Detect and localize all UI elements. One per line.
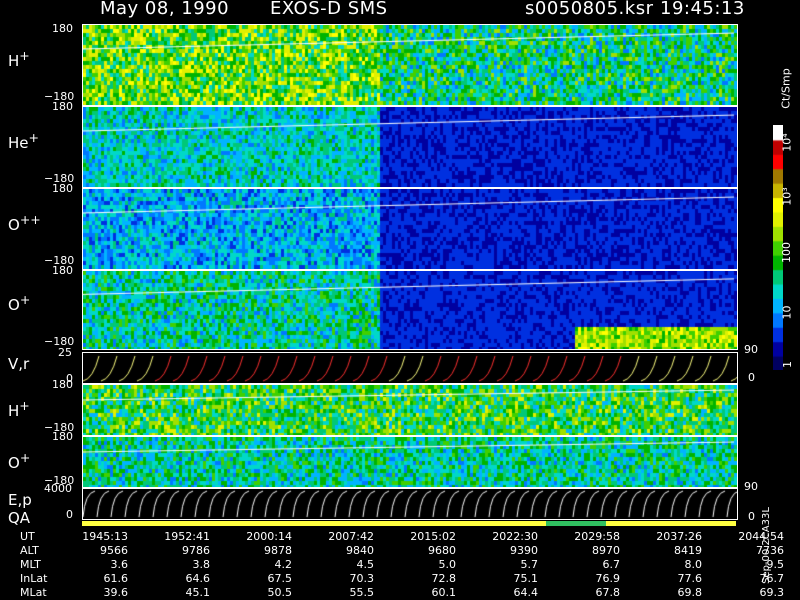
footer-cell: 67.5 [267,572,293,585]
footer-cell: 1952:41 [164,530,210,543]
label-vr: V,r [8,355,30,373]
right-scale-vr-bottom: 0 [748,371,755,384]
footer-cell: 69.3 [759,586,785,599]
footer-cell: 4.2 [274,558,293,571]
panel-o-plus [82,270,738,350]
footer-cell: 2007:42 [328,530,374,543]
footer-cell: 9786 [182,544,210,557]
ytick-ep-top: 4000 [44,482,72,495]
footer-cell: 67.8 [595,586,621,599]
footer-cell: 2037:26 [656,530,702,543]
colorbar-label-1000: 10³ [780,187,794,206]
footer-cell: 76.9 [595,572,621,585]
right-scale-ep-top: 90 [744,480,758,493]
label-o-plusplus: O++ [8,212,41,234]
ytick-ep-bottom: 0 [66,508,73,521]
footer-cell: 3.6 [110,558,129,571]
colorbar-label-10000: 10⁴ [780,133,794,152]
footer-cell: 6.7 [602,558,621,571]
footer-cell: 1945:13 [82,530,128,543]
footer-cell: 70.3 [349,572,375,585]
plot-time: 19:45:13 [660,0,745,19]
panel-o-plusplus [82,188,738,270]
colorbar-label-100: 100 [780,242,793,263]
footer-cell: 8419 [674,544,702,557]
footer-cell: 5.0 [438,558,457,571]
panel-energy [82,488,738,520]
label-ep: E,p [8,491,32,509]
label-h-plus: H+ [8,48,30,70]
footer-cell: 45.1 [185,586,211,599]
footer-cell: 2000:14 [246,530,292,543]
footer-cell: 39.6 [103,586,129,599]
footer-cell: 5.7 [520,558,539,571]
footer-cell: 9878 [264,544,292,557]
right-scale-ep-bottom: 0 [748,510,755,523]
panel-he-plus [82,106,738,188]
footer-cell: 55.5 [349,586,375,599]
plot-instrument: EXOS-D SMS [270,0,388,19]
footer-cell: 2029:58 [574,530,620,543]
ytick-h-top: 180 [52,22,73,35]
ytick-h2-top: 180 [52,378,73,391]
ytick-he-top: 180 [52,100,73,113]
right-scale-vr-top: 90 [744,343,758,356]
label-h-plus-2: H+ [8,398,30,420]
footer-cell: 69.8 [677,586,703,599]
panel-h-plus [82,24,738,106]
footer-cell: 9680 [428,544,456,557]
footer-cell: 61.6 [103,572,129,585]
footer-cell: 2044:54 [738,530,784,543]
qa-bar-segment [546,521,606,526]
footer-cell: 2015:02 [410,530,456,543]
footer-cell: 9566 [100,544,128,557]
footer-row-label: MLat [20,586,47,599]
footer-cell: 76.7 [759,572,785,585]
footer-side-label: Sep-00 2CA33L [760,507,772,584]
ytick-o2-top: 180 [52,182,73,195]
label-qa: QA [8,509,31,527]
footer-cell: 64.4 [513,586,539,599]
colorbar-unit: Ct/Smp [779,68,793,109]
footer-cell: 77.6 [677,572,703,585]
footer-row-label: ALT [20,544,39,557]
panel-o-plus-2 [82,436,738,488]
footer-cell: 7736 [756,544,784,557]
ytick-o1-top: 180 [52,264,73,277]
ytick-vr-top: 25 [58,346,72,359]
panel-h-plus-2 [82,384,738,436]
footer-cell: 50.5 [267,586,293,599]
footer-cell: 75.1 [513,572,539,585]
panel-velocity [82,352,738,384]
file-name: s0050805.ksr [525,0,654,19]
footer-cell: 9390 [510,544,538,557]
footer-cell: 9840 [346,544,374,557]
footer-cell: 4.5 [356,558,375,571]
footer-cell: 2022:30 [492,530,538,543]
footer-cell: 8970 [592,544,620,557]
footer-cell: 9.5 [766,558,785,571]
qa-bar [82,521,736,526]
footer-cell: 3.8 [192,558,211,571]
label-o-plus: O+ [8,292,31,314]
footer-row-label: MLT [20,558,41,571]
ytick-o3-top: 180 [52,430,73,443]
footer-cell: 8.0 [684,558,703,571]
colorbar-label-1: 1 [781,361,794,368]
footer-cell: 64.6 [185,572,211,585]
footer-row-label: UT [20,530,35,543]
footer-row-label: InLat [20,572,48,585]
label-o-plus-2: O+ [8,450,31,472]
footer-cell: 60.1 [431,586,457,599]
label-he-plus: He+ [8,130,39,152]
footer-cell: 72.8 [431,572,457,585]
colorbar-label-10: 10 [780,305,794,320]
plot-date: May 08, 1990 [100,0,230,19]
